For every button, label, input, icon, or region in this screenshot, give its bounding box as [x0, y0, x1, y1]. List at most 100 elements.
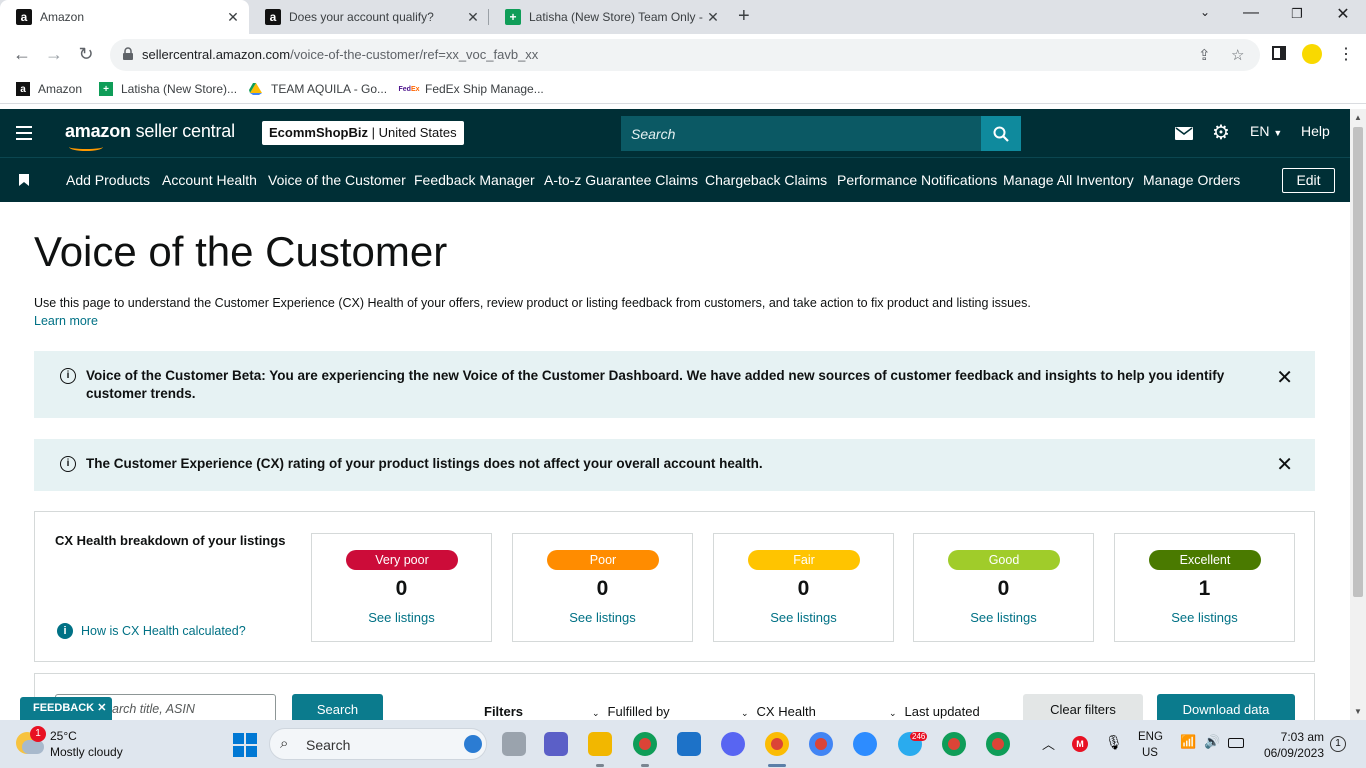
- help-link[interactable]: Help: [1301, 123, 1330, 139]
- see-listings-link[interactable]: See listings: [312, 610, 491, 625]
- bookmark-star-icon[interactable]: ☆: [1231, 46, 1244, 64]
- download-data-button[interactable]: Download data: [1157, 694, 1295, 720]
- profile-avatar[interactable]: [1302, 44, 1322, 64]
- beta-banner-line: customer trends.: [86, 386, 196, 401]
- chrome-profile-icon[interactable]: [809, 732, 833, 756]
- tab-search-icon[interactable]: ⌄: [1190, 5, 1220, 19]
- cx-health-how-link[interactable]: i How is CX Health calculated?: [57, 623, 246, 639]
- volume-icon[interactable]: 🔊: [1204, 734, 1220, 750]
- nav-manage-inventory[interactable]: Manage All Inventory: [1003, 172, 1134, 188]
- edit-nav-button[interactable]: Edit: [1282, 168, 1335, 193]
- page-scrollbar[interactable]: ▲ ▼: [1350, 109, 1366, 720]
- settings-gear-icon[interactable]: ⚙: [1212, 120, 1230, 145]
- mcafee-icon[interactable]: M: [1072, 736, 1088, 752]
- restore-icon[interactable]: ❐: [1282, 6, 1312, 22]
- tab-latisha-sheet[interactable]: + Latisha (New Store) Team Only - ✕: [489, 0, 729, 34]
- nav-voice-of-customer[interactable]: Voice of the Customer: [268, 172, 406, 188]
- see-listings-link[interactable]: See listings: [914, 610, 1093, 625]
- scroll-down-icon[interactable]: ▼: [1354, 707, 1362, 716]
- task-view-icon[interactable]: [502, 732, 526, 756]
- see-listings-link[interactable]: See listings: [513, 610, 692, 625]
- cx-rating-pill: Fair: [748, 550, 860, 570]
- nav-feedback-manager[interactable]: Feedback Manager: [414, 172, 535, 188]
- bookmark-fedex[interactable]: Fed Ex FedEx Ship Manage...: [399, 82, 544, 96]
- tab-amazon[interactable]: a Amazon ✕: [0, 0, 249, 34]
- close-tab-icon[interactable]: ✕: [463, 9, 483, 26]
- see-listings-link[interactable]: See listings: [1115, 610, 1294, 625]
- forward-icon[interactable]: →: [42, 44, 66, 65]
- nav-chargeback-claims[interactable]: Chargeback Claims: [705, 172, 827, 188]
- clear-filters-button[interactable]: Clear filters: [1023, 694, 1143, 720]
- taskbar-clock[interactable]: 7:03 am 06/09/2023: [1258, 729, 1324, 761]
- minimize-icon[interactable]: —: [1236, 4, 1266, 22]
- close-tab-icon[interactable]: ✕: [703, 9, 723, 26]
- learn-more-link[interactable]: Learn more: [34, 314, 98, 328]
- bookmark-amazon[interactable]: a Amazon: [16, 82, 82, 96]
- feedback-tab[interactable]: FEEDBACK ✕: [20, 697, 112, 720]
- close-icon[interactable]: ✕: [97, 702, 106, 714]
- tray-overflow-icon[interactable]: ︿: [1042, 734, 1055, 753]
- wifi-icon[interactable]: 📶: [1180, 734, 1196, 750]
- close-window-icon[interactable]: ✕: [1328, 4, 1358, 24]
- listing-search-button[interactable]: Search: [292, 694, 383, 720]
- scroll-up-icon[interactable]: ▲: [1354, 113, 1362, 122]
- fulfilled-by-filter[interactable]: ⌄ Fulfilled by: [592, 704, 670, 719]
- address-bar[interactable]: sellercentral.amazon.com/voice-of-the-cu…: [110, 39, 1260, 71]
- input-language[interactable]: ENG US: [1138, 729, 1163, 761]
- cx-health-filter[interactable]: ⌄ CX Health: [741, 704, 816, 719]
- language-selector[interactable]: EN ▼: [1250, 123, 1282, 139]
- chrome-icon[interactable]: [633, 732, 657, 756]
- caret-down-icon: ▼: [1273, 128, 1283, 138]
- bookmark-icon[interactable]: [19, 174, 29, 186]
- tab-account-qualify[interactable]: a Does your account qualify? ✕: [249, 0, 489, 34]
- notification-badge[interactable]: 1: [1330, 736, 1346, 752]
- bookmark-team-aquila[interactable]: TEAM AQUILA - Go...: [249, 82, 387, 96]
- nav-add-products[interactable]: Add Products: [66, 172, 150, 188]
- see-listings-link[interactable]: See listings: [714, 610, 893, 625]
- search-icon: [993, 126, 1009, 142]
- chrome-profile-icon[interactable]: [942, 732, 966, 756]
- filters-label: Filters: [484, 704, 524, 719]
- zoom-icon[interactable]: [853, 732, 877, 756]
- share-icon[interactable]: ⇪: [1198, 46, 1211, 64]
- windows-start-icon[interactable]: [233, 733, 257, 757]
- battery-icon[interactable]: [1228, 738, 1244, 748]
- seller-central-logo[interactable]: amazon seller central: [65, 121, 235, 151]
- microphone-icon[interactable]: 🎙: [1105, 734, 1123, 751]
- chevron-down-icon: ⌄: [592, 708, 600, 718]
- menu-dots-icon[interactable]: ⋮: [1338, 44, 1354, 64]
- store-switcher[interactable]: EcommShopBiz | United States: [262, 121, 464, 145]
- mail-icon[interactable]: [1175, 127, 1193, 140]
- url-path: /voice-of-the-customer/ref=xx_voc_favb_x…: [290, 47, 539, 62]
- nav-account-health[interactable]: Account Health: [162, 172, 257, 188]
- file-explorer-icon[interactable]: [588, 732, 612, 756]
- last-updated-filter[interactable]: ⌄ Last updated: [889, 704, 980, 719]
- taskbar-search[interactable]: ⌕ Search: [269, 728, 487, 760]
- scrollbar-thumb[interactable]: [1353, 127, 1363, 597]
- browser-tab-strip: a Amazon ✕ a Does your account qualify? …: [0, 0, 1366, 34]
- close-banner-icon[interactable]: ✕: [1276, 452, 1293, 477]
- chrome-profile-icon[interactable]: [986, 732, 1010, 756]
- nav-manage-orders[interactable]: Manage Orders: [1143, 172, 1240, 188]
- cx-listing-count: 0: [997, 577, 1010, 600]
- drive-favicon-icon: [249, 83, 262, 95]
- search-icon: ⌕: [280, 735, 289, 752]
- hamburger-menu-icon[interactable]: [16, 126, 32, 140]
- notepad-icon[interactable]: [677, 732, 701, 756]
- discord-icon[interactable]: [721, 732, 745, 756]
- side-panel-icon[interactable]: [1272, 46, 1286, 60]
- chrome-profile-icon[interactable]: [765, 732, 789, 756]
- back-icon[interactable]: ←: [10, 44, 34, 65]
- header-search-input[interactable]: [621, 116, 981, 151]
- teams-icon[interactable]: [544, 732, 568, 756]
- reload-icon[interactable]: ↻: [74, 44, 98, 65]
- cx-banner-text: The Customer Experience (CX) rating of y…: [86, 456, 763, 471]
- close-banner-icon[interactable]: ✕: [1276, 365, 1293, 390]
- nav-a-to-z-claims[interactable]: A-to-z Guarantee Claims: [544, 172, 698, 188]
- bookmark-latisha[interactable]: + Latisha (New Store)...: [99, 82, 237, 96]
- new-tab-icon[interactable]: +: [738, 5, 750, 28]
- bookmark-label: Amazon: [38, 82, 83, 96]
- nav-performance-notifications[interactable]: Performance Notifications: [837, 172, 997, 188]
- close-tab-icon[interactable]: ✕: [223, 9, 243, 26]
- header-search-button[interactable]: [981, 116, 1021, 151]
